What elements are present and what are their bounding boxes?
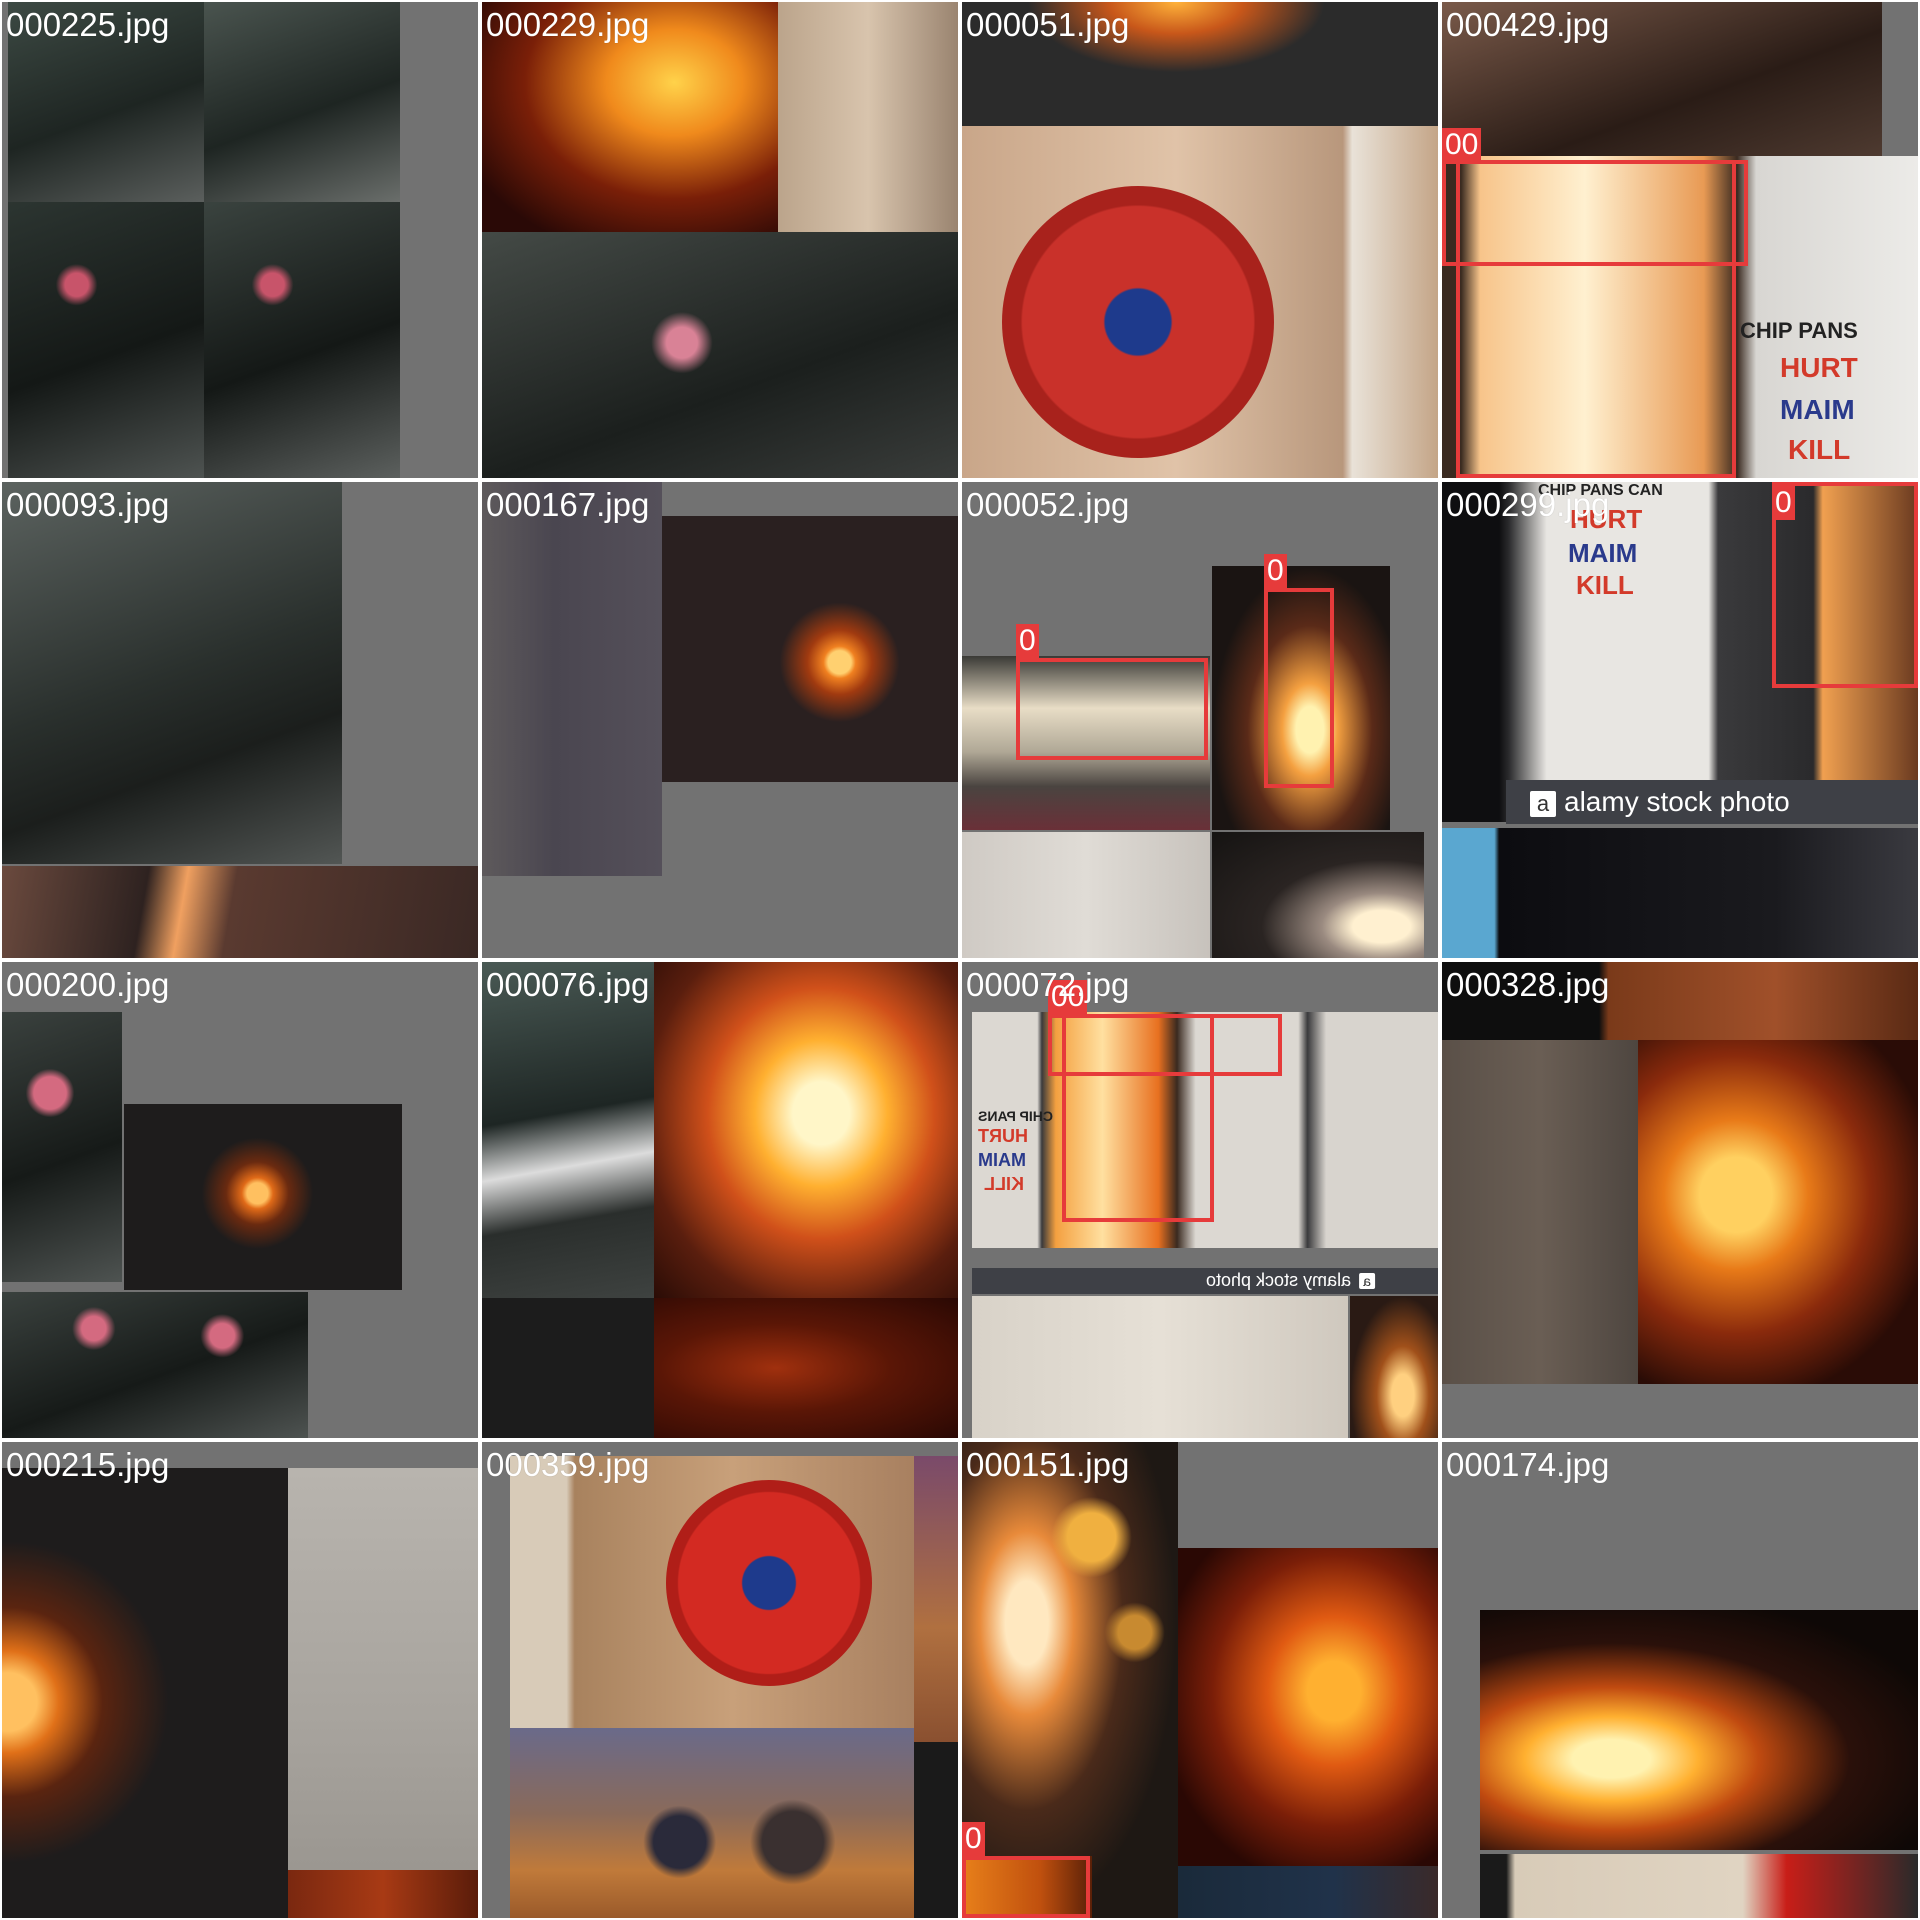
photo-night-crowd [1442,828,1918,958]
tile-000215[interactable]: 000215.jpg [2,1442,478,1918]
photo-dark-right [914,1742,958,1918]
photo-extinguisher-wall [1442,1040,1638,1384]
tile-label: 000359.jpg [486,1446,650,1483]
photo-concrete-wall [288,1468,478,1878]
photo-fire-pit-bokeh [962,1442,1178,1918]
bbox-bonfire [1264,588,1334,788]
sign-line2: HURT [1780,352,1858,383]
photo-door [778,2,958,232]
tile-000429[interactable]: CHIP PANS HURT MAIM KILL 00 000429.jpg [1442,2,1918,478]
tile-label: 000200.jpg [6,966,170,1003]
tile-000151[interactable]: 0 000151.jpg [962,1442,1438,1918]
sign-line4: KILL [984,1174,1024,1194]
tile-000328[interactable]: 000328.jpg [1442,962,1918,1438]
mosaic-grid: 000225.jpg 000229.jpg 000051.jpg CHIP PA… [0,0,1920,1920]
photo-dark-strip [482,1298,654,1438]
tile-label: 000167.jpg [486,486,650,523]
tile-label: 000328.jpg [1446,966,1610,1003]
photo-two-women [510,1728,914,1918]
photo-autumn-strip [914,1456,958,1742]
tile-label: 000225.jpg [6,6,170,43]
tile-label: 000093.jpg [6,486,170,523]
sign-line1: CHIP PANS [1740,318,1858,343]
photo-wildfire [1178,1548,1438,1866]
sign-line-maim: MAIM [1568,538,1638,568]
tile-000167[interactable]: 000167.jpg [482,482,958,958]
bbox-fire-2 [1456,160,1736,478]
alamy-watermark-text: alamy stock photo [1564,786,1790,817]
photo-man-reading [2,482,342,864]
alamy-watermark: a alamy stock photo [1530,786,1790,818]
photo-blur-strip [482,482,662,876]
tile-label: 000051.jpg [966,6,1130,43]
photo-fire-strip [1350,1296,1438,1438]
photo-steel-wool [662,516,958,782]
photo-quad-br [204,202,400,478]
photo-crowd-fire [1212,832,1424,958]
bbox-tag: 00 [1442,128,1482,162]
photo-quad-bl [8,202,204,478]
sign-line3: MAIM [978,1150,1026,1170]
photo-bottom-strip [1178,1866,1438,1918]
tile-label: 000299.jpg [1446,486,1610,523]
tile-000052[interactable]: 0 0 000052.jpg [962,482,1438,958]
fire-hose-reel [666,1480,872,1686]
photo-reader-left [2,1012,122,1282]
tile-000051[interactable]: 000051.jpg [962,2,1438,478]
photo-steel-wool [2,1468,288,1918]
tile-000200[interactable]: 000200.jpg [2,962,478,1438]
tile-000225[interactable]: 000225.jpg [2,2,478,478]
tile-label: 000215.jpg [6,1446,170,1483]
bbox-smoke [1016,658,1208,760]
tile-000093[interactable]: 000093.jpg [2,482,478,958]
tile-label: 000151.jpg [966,1446,1130,1483]
photo-woman-wall [962,832,1210,958]
photo-quad-tr [204,2,400,202]
photo-bonfire-bricks [654,962,958,1298]
bbox-fire-2 [1062,1014,1214,1222]
sign-line4: KILL [1788,434,1851,465]
tile-000229[interactable]: 000229.jpg [482,2,958,478]
tile-label: 000229.jpg [486,6,650,43]
alamy-logo-icon: a [1530,791,1556,817]
photo-reader-bottom [2,1292,308,1438]
bbox-tag: 0 [1016,624,1039,658]
tile-label: 000052.jpg [966,486,1130,523]
photo-ember-strip [288,1870,478,1918]
tile-label: 000429.jpg [1446,6,1610,43]
photo-masked-man [482,232,958,478]
photo-bonfire-crowd [1480,1610,1918,1850]
sign-line1: CHIP PANS [978,1108,1053,1124]
tile-000299[interactable]: CHIP PANS CAN HURT MAIM KILL a alamy stoc… [1442,482,1918,958]
bbox-tag: 0 [1264,554,1287,588]
tile-000359[interactable]: 000359.jpg [482,1442,958,1918]
photo-bottom-strip [1480,1854,1918,1918]
tile-000076[interactable]: 000076.jpg [482,962,958,1438]
alamy-watermark-text: alamy stock photo [1206,1270,1352,1290]
tile-000174[interactable]: 000174.jpg [1442,1442,1918,1918]
bbox-fire [962,1856,1090,1918]
sign-line-kill: KILL [1576,570,1634,600]
tile-label: 000072.jpg [966,966,1130,1003]
bbox-tag: 0 [962,1822,985,1856]
tile-label: 000076.jpg [486,966,650,1003]
photo-steel-wool [124,1104,402,1290]
photo-ember-strip [2,866,478,958]
photo-sneakers [482,962,654,1298]
fire-hose-reel [1002,186,1274,458]
photo-flames-wood [1638,1040,1918,1384]
tile-000072[interactable]: CHIP PANS HURT MAIM KILL a alamy stock ph… [962,962,1438,1438]
alamy-watermark: a alamy stock photo [1206,1270,1376,1291]
sign-line2: HURT [978,1126,1028,1146]
alamy-logo-icon: a [1359,1273,1376,1289]
photo-embers [654,1298,958,1438]
sign-line3: MAIM [1780,394,1855,425]
photo-woman-wall [972,1296,1348,1438]
bbox-tag: 0 [1772,486,1795,520]
tile-label: 000174.jpg [1446,1446,1610,1483]
